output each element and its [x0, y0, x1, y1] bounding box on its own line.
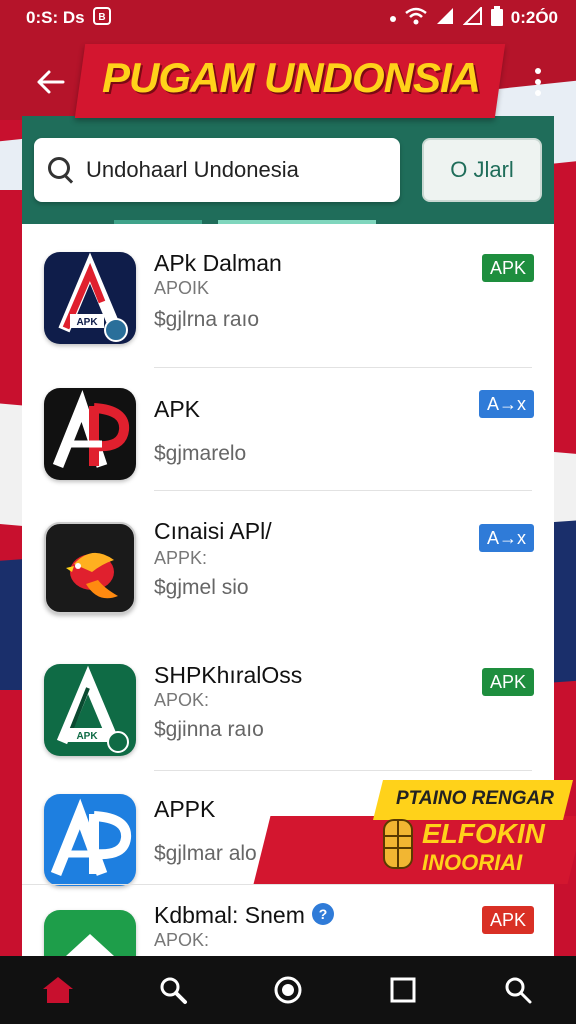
more-vert-icon[interactable]: [522, 62, 554, 102]
divider: [154, 367, 532, 368]
apk-badge[interactable]: APK: [481, 668, 534, 696]
apk-a-icon-navy: APK: [44, 252, 136, 344]
app-name: Kdbmal: Snem ?: [154, 902, 335, 929]
app-meta: $gjlmar alo: [154, 842, 257, 865]
divider: [22, 884, 554, 885]
search-alt-icon[interactable]: [488, 960, 548, 1020]
search-input[interactable]: [86, 157, 386, 183]
app-name: SHPKhıralOss: [154, 662, 303, 688]
app-sub: APOIK: [154, 278, 210, 298]
search-icon: [48, 157, 74, 183]
search-panel: O Jlarl: [22, 116, 554, 224]
status-time: 0:S: Ds: [26, 8, 85, 27]
svg-text:APK: APK: [76, 317, 98, 328]
divider: [154, 490, 532, 491]
bottom-nav: [0, 956, 576, 1024]
app-sub: APOK:: [154, 930, 210, 950]
signal-icon: [462, 5, 483, 30]
search-button[interactable]: O Jlarl: [422, 138, 542, 202]
apk-badge[interactable]: A→x: [478, 390, 534, 418]
promo-line1: PTAINO RENGAR: [396, 788, 554, 809]
signal-icon: [435, 7, 455, 30]
svg-text:B: B: [98, 12, 105, 23]
status-clock: 0:2Ó0: [510, 8, 558, 27]
page-title: PUGAM UNDONSIA: [101, 54, 481, 101]
list-item[interactable]: APK APk Dalman APOIK $gjlrna raıo APK: [22, 248, 554, 368]
list-item[interactable]: APK $gjmarelo A→x: [22, 384, 554, 504]
apk-badge[interactable]: APK: [481, 906, 534, 934]
svg-text:APK: APK: [76, 731, 98, 742]
list-item[interactable]: APK SHPKhıralOss APOK: $gjinna raıo APK: [22, 662, 554, 782]
app-name: APK: [154, 396, 201, 422]
app-name: Cınaisi APl/: [154, 518, 272, 544]
app-sub: APPK:: [154, 548, 208, 568]
glove-icon: [376, 814, 420, 874]
search-icon[interactable]: [143, 960, 203, 1020]
app-meta: $gjlrna raıo: [154, 308, 260, 331]
list-item[interactable]: Kdbmal: Snem ? APOK: APK: [22, 900, 554, 956]
app-name: APk Dalman: [154, 250, 282, 276]
dot-icon: [389, 8, 397, 28]
app-header: PUGAM UNDONSIA: [0, 36, 576, 122]
screenshot-icon: B: [92, 7, 111, 29]
app-name: APPK: [154, 796, 216, 822]
back-arrow-icon[interactable]: [30, 62, 70, 102]
tab-indicator-active: [218, 220, 376, 224]
svg-text:?: ?: [319, 906, 328, 922]
promo-line3: INOORIAI: [422, 850, 523, 875]
app-sub: APOK:: [154, 690, 210, 710]
apk-a-icon-green: APK: [44, 664, 136, 756]
app-meta: $gjinna raıo: [154, 718, 264, 741]
recents-icon[interactable]: [373, 960, 433, 1020]
circle-home-icon[interactable]: [258, 960, 318, 1020]
promo-line2: ELFOKIN: [422, 818, 545, 849]
app-meta: $gjmel sio: [154, 576, 249, 599]
tab-indicator: [114, 220, 202, 224]
promo-banner[interactable]: PTAINO RENGAR ELFOKIN INOORIAI: [253, 780, 576, 884]
app-meta: $gjmarelo: [154, 442, 247, 465]
bird-icon: [44, 522, 136, 614]
apk-ap-icon-black: [44, 388, 136, 480]
list-item[interactable]: Cınaisi APl/ APPK: $gjmel sio A→x: [22, 518, 554, 638]
apk-ap-icon-blue: [44, 794, 136, 886]
divider: [154, 770, 532, 771]
search-field[interactable]: [34, 138, 400, 202]
apk-badge[interactable]: A→x: [478, 524, 534, 552]
info-icon: ?: [312, 903, 335, 925]
status-bar: 0:S: Ds B 0:2Ó0: [0, 0, 576, 36]
wifi-icon: [404, 7, 427, 30]
apk-badge[interactable]: APK: [481, 254, 534, 282]
battery-icon: [490, 5, 503, 31]
home-icon[interactable]: [28, 960, 88, 1020]
house-icon: [44, 910, 136, 956]
